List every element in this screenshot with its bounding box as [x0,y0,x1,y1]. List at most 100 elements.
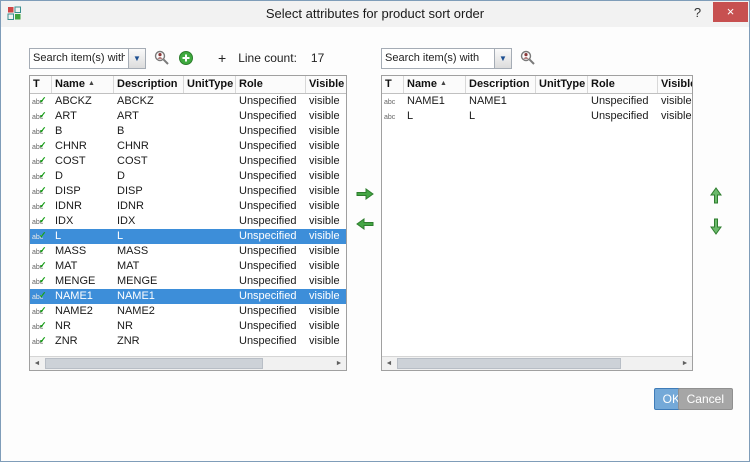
column-header-label: Role [591,78,615,90]
right-search-input[interactable] [382,49,494,68]
column-header-name[interactable]: Name▲ [52,76,114,93]
scroll-right-button[interactable]: ► [678,357,692,370]
text-attribute-checked-icon: abc✓ [32,124,50,137]
move-down-arrow-button[interactable] [709,217,723,235]
cell-role: Unspecified [236,109,306,124]
column-header-role[interactable]: Role [588,76,658,93]
text-attribute-checked-icon: abc✓ [32,289,50,302]
check-icon: ✓ [39,244,47,258]
cell-visible: visible [306,184,346,199]
move-right-arrow-button[interactable] [355,187,375,201]
cell-visible: visible [658,109,692,124]
cell-name: NAME1 [52,289,114,304]
scroll-right-button[interactable]: ► [332,357,346,370]
cell-type: abc✓ [30,274,52,289]
search-user-icon[interactable] [154,50,170,66]
table-row-cost[interactable]: abc✓COSTCOSTUnspecifiedvisible [30,154,346,169]
close-button[interactable]: × [713,2,748,22]
cell-description: NAME1 [466,94,536,109]
cell-unittype [184,124,236,139]
table-row-disp[interactable]: abc✓DISPDISPUnspecifiedvisible [30,184,346,199]
scroll-left-button[interactable]: ◄ [30,357,44,370]
left-search-dropdown-button[interactable]: ▼ [128,49,145,68]
check-icon: ✓ [39,319,47,333]
table-row-name1[interactable]: abcNAME1NAME1Unspecifiedvisible [382,94,692,109]
text-attribute-checked-icon: abc✓ [32,334,50,347]
table-row-l[interactable]: abc✓LLUnspecifiedvisible [30,229,346,244]
cell-description: ZNR [114,334,184,349]
table-row-name1[interactable]: abc✓NAME1NAME1Unspecifiedvisible [30,289,346,304]
search-user-icon[interactable] [520,50,536,66]
cell-visible: visible [306,274,346,289]
column-header-label: T [33,78,40,90]
column-header-description[interactable]: Description [466,76,536,93]
move-left-arrow-button[interactable] [355,217,375,231]
table-body: abcNAME1NAME1UnspecifiedvisibleabcLLUnsp… [382,94,692,356]
table-row-b[interactable]: abc✓BBUnspecifiedvisible [30,124,346,139]
table-row-name2[interactable]: abc✓NAME2NAME2Unspecifiedvisible [30,304,346,319]
table-row-mat[interactable]: abc✓MATMATUnspecifiedvisible [30,259,346,274]
right-search-dropdown-button[interactable]: ▼ [494,49,511,68]
cell-type: abc✓ [30,154,52,169]
cell-name: NAME1 [404,94,466,109]
right-toolbar: ▼ [381,47,536,69]
scroll-left-button[interactable]: ◄ [382,357,396,370]
cell-visible: visible [306,199,346,214]
table-row-d[interactable]: abc✓DDUnspecifiedvisible [30,169,346,184]
cell-role: Unspecified [236,214,306,229]
check-icon: ✓ [39,109,47,123]
column-header-unittype[interactable]: UnitType [184,76,236,93]
table-row-nr[interactable]: abc✓NRNRUnspecifiedvisible [30,319,346,334]
check-icon: ✓ [39,154,47,168]
scroll-thumb[interactable] [45,358,263,369]
cell-unittype [184,214,236,229]
cell-unittype [184,109,236,124]
plus-label[interactable]: + [218,50,226,66]
cell-unittype [184,244,236,259]
horizontal-scrollbar[interactable]: ◄ ► [30,356,346,370]
cell-unittype [536,94,588,109]
cell-role: Unspecified [236,259,306,274]
scroll-thumb[interactable] [397,358,621,369]
move-up-arrow-button[interactable] [709,187,723,205]
table-row-art[interactable]: abc✓ARTARTUnspecifiedvisible [30,109,346,124]
horizontal-scrollbar[interactable]: ◄ ► [382,356,692,370]
column-header-role[interactable]: Role [236,76,306,93]
cell-visible: visible [306,94,346,109]
column-header-visible[interactable]: Visible [306,76,347,93]
check-icon: ✓ [39,184,47,198]
available-attributes-table: T Name▲DescriptionUnitTypeRoleVisible abc… [29,75,347,371]
column-header-t[interactable]: T [382,76,404,93]
left-search-combo: ▼ [29,48,146,69]
table-row-znr[interactable]: abc✓ZNRZNRUnspecifiedvisible [30,334,346,349]
text-attribute-checked-icon: abc✓ [32,214,50,227]
table-row-mass[interactable]: abc✓MASSMASSUnspecifiedvisible [30,244,346,259]
column-header-description[interactable]: Description [114,76,184,93]
add-green-plus-icon[interactable] [178,50,194,66]
table-row-idx[interactable]: abc✓IDXIDXUnspecifiedvisible [30,214,346,229]
cell-description: IDNR [114,199,184,214]
column-header-label: Visible [661,78,693,90]
cell-description: ART [114,109,184,124]
text-attribute-checked-icon: abc✓ [32,259,50,272]
table-row-abckz[interactable]: abc✓ABCKZABCKZUnspecifiedvisible [30,94,346,109]
cell-type: abc✓ [30,214,52,229]
cancel-button[interactable]: Cancel [678,388,733,410]
table-row-menge[interactable]: abc✓MENGEMENGEUnspecifiedvisible [30,274,346,289]
column-header-name[interactable]: Name▲ [404,76,466,93]
check-icon: ✓ [39,289,47,303]
column-header-unittype[interactable]: UnitType [536,76,588,93]
table-row-idnr[interactable]: abc✓IDNRIDNRUnspecifiedvisible [30,199,346,214]
column-header-t[interactable]: T [30,76,52,93]
cell-visible: visible [306,229,346,244]
text-attribute-icon: abc [384,94,402,107]
table-row-chnr[interactable]: abc✓CHNRCHNRUnspecifiedvisible [30,139,346,154]
table-row-l[interactable]: abcLLUnspecifiedvisible [382,109,692,124]
cell-role: Unspecified [588,109,658,124]
left-search-input[interactable] [30,49,128,68]
cell-unittype [184,199,236,214]
column-header-visible[interactable]: Visible [658,76,693,93]
check-icon: ✓ [39,199,47,213]
help-button[interactable]: ? [684,2,711,22]
cell-name: ART [52,109,114,124]
